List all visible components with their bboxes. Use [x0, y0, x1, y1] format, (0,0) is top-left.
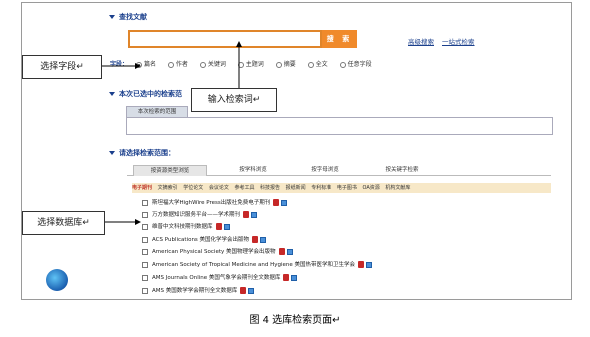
field-option-title[interactable]: 篇名 [135, 61, 156, 68]
field-option-author[interactable]: 作者 [167, 61, 188, 68]
db-section-title: 请选择检索范围： [119, 149, 175, 157]
category-ejournal[interactable]: 电子期刊 [132, 185, 152, 191]
list-item[interactable]: 维普中文科技期刊数据库 [142, 222, 230, 233]
radio-icon[interactable] [339, 61, 346, 68]
collapse-triangle-icon[interactable] [109, 92, 115, 96]
search-input[interactable] [128, 30, 322, 48]
link-icon[interactable] [281, 199, 288, 206]
radio-icon[interactable] [237, 61, 244, 68]
category-ebook[interactable]: 电子图书 [337, 185, 357, 191]
tab-keyword[interactable]: 按关键字检索 [371, 165, 433, 175]
category-patent[interactable]: 专利标准 [311, 185, 331, 191]
checkbox[interactable] [142, 211, 148, 218]
radio-icon[interactable] [199, 61, 206, 68]
category-news[interactable]: 报纸新闻 [286, 185, 306, 191]
checkbox[interactable] [142, 274, 148, 281]
screenshot-frame: 查找文献 搜 索 高级搜索 一站式检索 字段： 篇名 作者 关键词 主题词 摘要… [21, 2, 572, 300]
tab-resource-type[interactable]: 按资源类型浏览 [133, 165, 207, 176]
field-label: 字段： [110, 61, 129, 68]
pdf-icon [240, 287, 247, 294]
category-conference[interactable]: 会议论文 [209, 185, 229, 191]
radio-icon[interactable] [135, 61, 142, 68]
link-icon[interactable] [248, 287, 255, 294]
field-option-keyword[interactable]: 关键词 [199, 61, 226, 68]
radio-icon[interactable] [307, 61, 314, 68]
list-item[interactable]: AMS Journals Online 美国气象学会期刊全文数据库 [142, 273, 298, 284]
pdf-icon [252, 236, 259, 243]
pdf-icon [215, 223, 222, 230]
link-icon[interactable] [291, 274, 298, 281]
tab-subject[interactable]: 按学科浏览 [225, 165, 281, 175]
advanced-search-link[interactable]: 高级搜索 [408, 36, 434, 46]
checkbox[interactable] [142, 287, 148, 294]
link-icon[interactable] [286, 248, 293, 255]
category-institution[interactable]: 机构文献库 [385, 185, 410, 191]
category-abstract-index[interactable]: 文摘索引 [158, 185, 178, 191]
list-item[interactable]: 斯坦福大学HighWire Press出版社免费电子期刊 [142, 198, 288, 209]
link-icon[interactable] [251, 211, 258, 218]
list-item[interactable]: American Society of Tropical Medicine an… [142, 260, 372, 271]
checkbox[interactable] [142, 261, 148, 268]
category-bar: 电子期刊 文摘索引 学位论文 会议论文 参考工具 科技报告 报纸新闻 专利标准 … [132, 183, 551, 193]
list-item[interactable]: ACS Publications 美国化学学会出版物 [142, 235, 267, 246]
link-icon[interactable] [260, 236, 267, 243]
list-item[interactable]: AMS 美国数学学会期刊全文数据库 [142, 286, 255, 297]
checkbox[interactable] [142, 223, 148, 230]
scope-section-title: 本次已选中的检索范 [119, 90, 182, 98]
field-option-abstract[interactable]: 摘要 [275, 61, 296, 68]
category-oa[interactable]: OA资源 [362, 185, 379, 191]
category-tech-report[interactable]: 科技报告 [260, 185, 280, 191]
scope-box [126, 117, 553, 135]
onestop-search-link[interactable]: 一站式检索 [442, 36, 475, 46]
checkbox[interactable] [142, 248, 148, 255]
radio-icon[interactable] [275, 61, 282, 68]
browser-logo-icon [46, 269, 68, 291]
pdf-icon [243, 211, 250, 218]
field-option-any[interactable]: 任意字段 [339, 61, 372, 68]
search-button[interactable]: 搜 索 [322, 30, 357, 48]
checkbox[interactable] [142, 199, 148, 206]
pdf-icon [283, 274, 290, 281]
checkbox[interactable] [142, 236, 148, 243]
callout-select-db: 选择数据库↵ [22, 211, 105, 235]
collapse-triangle-icon[interactable] [109, 151, 115, 155]
pdf-icon [273, 199, 280, 206]
field-option-fulltext[interactable]: 全文 [307, 61, 328, 68]
tab-alphabet[interactable]: 按字母浏览 [297, 165, 353, 175]
field-option-subject[interactable]: 主题词 [237, 61, 264, 68]
field-selector: 字段： 篇名 作者 关键词 主题词 摘要 全文 任意字段 [110, 59, 382, 69]
figure-caption: 图 4 选库检索页面↵ [249, 315, 341, 326]
callout-input-term: 输入检索词↵ [191, 88, 277, 112]
collapse-triangle-icon[interactable] [109, 15, 115, 19]
list-item[interactable]: American Physical Society 美国物理学会出版物 [142, 247, 293, 258]
category-reference[interactable]: 参考工具 [234, 185, 254, 191]
list-item[interactable]: 万方数据知识服务平台——学术期刊 [142, 210, 258, 221]
radio-icon[interactable] [167, 61, 174, 68]
link-icon[interactable] [366, 261, 372, 268]
callout-select-field: 选择字段↵ [22, 55, 102, 79]
category-thesis[interactable]: 学位论文 [183, 185, 203, 191]
search-section-title: 查找文献 [119, 13, 147, 21]
pdf-icon [358, 261, 364, 268]
link-icon[interactable] [223, 223, 230, 230]
pdf-icon [278, 248, 285, 255]
db-tab-bar: 按资源类型浏览 按学科浏览 按字母浏览 按关键字检索 [127, 165, 551, 176]
